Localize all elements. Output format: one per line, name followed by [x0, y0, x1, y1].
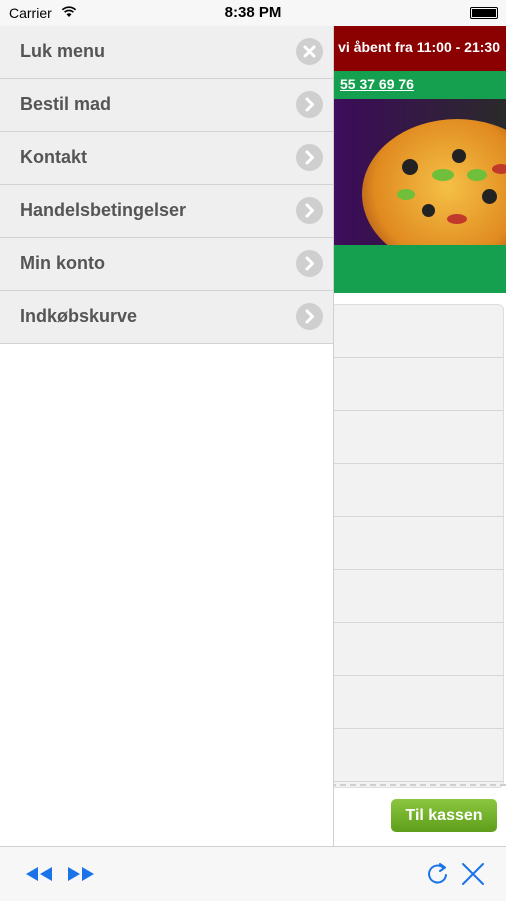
chevron-right-icon	[296, 250, 323, 277]
opening-hours-text: vi åbent fra 11:00 - 21:30	[338, 39, 500, 55]
list-item	[331, 358, 503, 411]
list-item	[331, 305, 503, 358]
chevron-right-icon	[296, 197, 323, 224]
menu-item-order-food[interactable]: Bestil mad	[0, 79, 333, 132]
refresh-icon[interactable]	[421, 861, 455, 887]
checkout-button[interactable]: Til kassen	[391, 799, 497, 832]
menu-item-label: Indkøbskurve	[20, 306, 138, 326]
fast-forward-icon[interactable]	[64, 861, 98, 887]
list-item	[331, 464, 503, 517]
divider	[330, 784, 506, 786]
menu-item-account[interactable]: Min konto	[0, 238, 333, 291]
menu-item-cart[interactable]: Indkøbskurve	[0, 291, 333, 344]
list-item	[331, 517, 503, 570]
chevron-right-icon	[296, 144, 323, 171]
list-item	[331, 570, 503, 623]
clock: 8:38 PM	[224, 4, 282, 21]
rewind-icon[interactable]	[22, 861, 56, 887]
menu-item-label: Min konto	[20, 253, 105, 273]
status-bar: Carrier 8:38 PM	[0, 0, 506, 26]
list-item	[331, 676, 503, 729]
menu-item-label: Kontakt	[20, 147, 87, 167]
list-item	[331, 729, 503, 782]
close-icon	[296, 38, 323, 65]
pizza-image	[362, 119, 506, 245]
list-item	[331, 411, 503, 464]
content-panel	[330, 304, 504, 788]
close-icon[interactable]	[456, 861, 490, 887]
menu-item-close[interactable]: Luk menu	[0, 26, 333, 79]
battery-icon	[470, 7, 498, 19]
menu-item-terms[interactable]: Handelsbetingelser	[0, 185, 333, 238]
menu-item-label: Luk menu	[20, 41, 106, 61]
menu-item-label: Bestil mad	[20, 94, 112, 114]
side-menu: Luk menu Bestil mad Kontakt Handelsbetin…	[0, 26, 334, 846]
browser-toolbar	[0, 846, 506, 901]
phone-link[interactable]: 55 37 69 76	[340, 76, 414, 92]
chevron-right-icon	[296, 91, 323, 118]
menu-item-label: Handelsbetingelser	[20, 200, 187, 220]
menu-item-contact[interactable]: Kontakt	[0, 132, 333, 185]
list-item	[331, 623, 503, 676]
chevron-right-icon	[296, 303, 323, 330]
